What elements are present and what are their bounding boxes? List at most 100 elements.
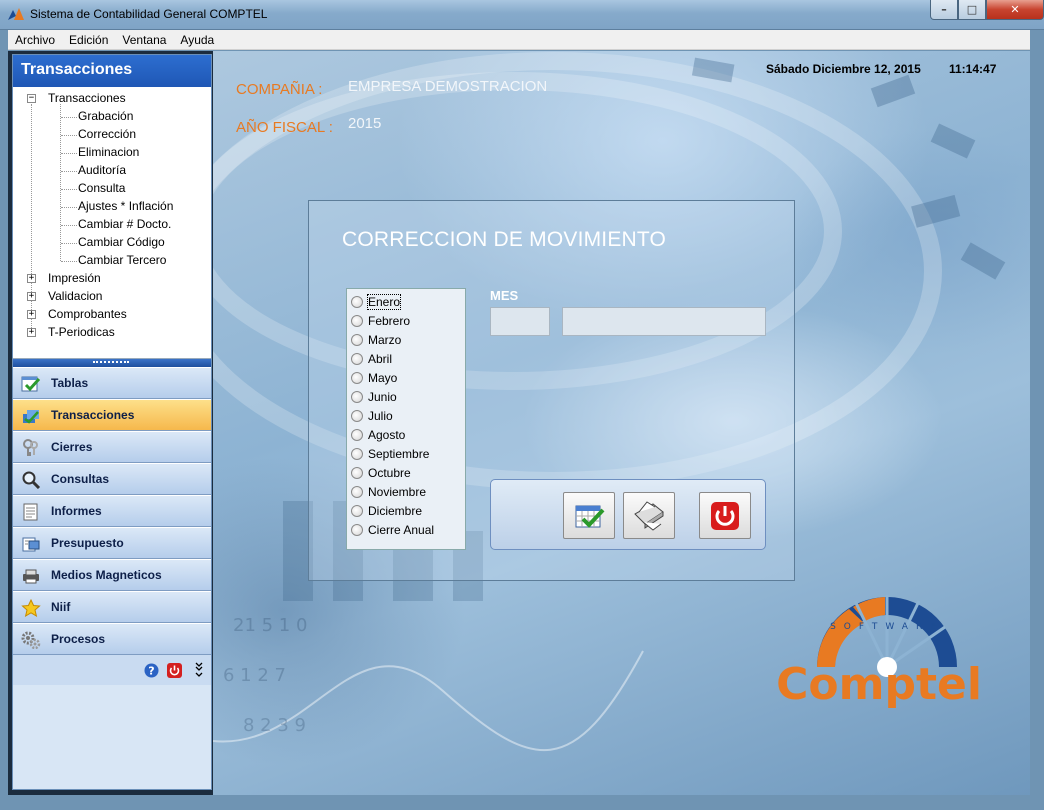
month-number-field[interactable] bbox=[490, 307, 550, 336]
month-label: Cierre Anual bbox=[368, 522, 435, 537]
tree-item-grabacion[interactable]: Grabación bbox=[78, 109, 133, 123]
menu-edicion[interactable]: Edición bbox=[62, 30, 115, 49]
month-option[interactable]: Julio bbox=[351, 407, 393, 424]
tree-item-cambiar-tercero[interactable]: Cambiar Tercero bbox=[78, 253, 166, 267]
menu-ventana[interactable]: Ventana bbox=[115, 30, 173, 49]
month-option[interactable]: Cierre Anual bbox=[351, 521, 434, 538]
sidebar-header: Transacciones bbox=[13, 55, 211, 87]
help-icon[interactable]: ? bbox=[144, 663, 159, 678]
tree-item-consulta[interactable]: Consulta bbox=[78, 181, 125, 195]
action-button-panel bbox=[490, 479, 766, 550]
month-option[interactable]: Marzo bbox=[351, 331, 401, 348]
tree-item-cambiar-docto[interactable]: Cambiar # Docto. bbox=[78, 217, 171, 231]
tree-item-auditoria[interactable]: Auditoría bbox=[78, 163, 126, 177]
month-option[interactable]: Octubre bbox=[351, 464, 411, 481]
title-bar[interactable]: Sistema de Contabilidad General COMPTEL … bbox=[0, 0, 1044, 30]
close-button[interactable]: ✕ bbox=[986, 0, 1044, 20]
budget-icon bbox=[22, 537, 40, 552]
nav-tablas[interactable]: Tablas bbox=[13, 367, 211, 399]
radio-button[interactable] bbox=[351, 314, 363, 327]
magnifier-icon bbox=[22, 471, 41, 489]
tree-line bbox=[61, 153, 77, 154]
gears-icon bbox=[21, 631, 41, 649]
tree-line bbox=[61, 225, 77, 226]
month-label: Febrero bbox=[368, 313, 411, 328]
tree-line bbox=[61, 261, 77, 262]
expand-toggle[interactable]: + bbox=[27, 310, 36, 319]
nav-consultas[interactable]: Consultas bbox=[13, 463, 211, 495]
tree-item-cambiar-codigo[interactable]: Cambiar Código bbox=[78, 235, 165, 249]
print-button[interactable] bbox=[623, 492, 675, 539]
month-name-field[interactable] bbox=[562, 307, 766, 336]
expand-toggle[interactable]: + bbox=[27, 328, 36, 337]
radio-button[interactable] bbox=[351, 523, 363, 536]
company-label: COMPAÑIA : bbox=[236, 81, 323, 98]
maximize-button[interactable]: □ bbox=[958, 0, 986, 20]
radio-button[interactable] bbox=[351, 466, 363, 479]
month-option[interactable]: Noviembre bbox=[351, 483, 426, 500]
month-option[interactable]: Diciembre bbox=[351, 502, 422, 519]
tree-item-eliminacion[interactable]: Eliminacion bbox=[78, 145, 139, 159]
window-title: Sistema de Contabilidad General COMPTEL bbox=[30, 7, 268, 21]
radio-button[interactable] bbox=[351, 333, 363, 346]
tree-line bbox=[60, 104, 61, 261]
radio-button[interactable] bbox=[351, 390, 363, 403]
month-option[interactable]: Enero bbox=[351, 293, 402, 310]
nav-label: Procesos bbox=[51, 632, 106, 646]
tree-item-comprobantes[interactable]: Comprobantes bbox=[48, 307, 127, 321]
chevron-down-icon[interactable] bbox=[194, 661, 204, 679]
svg-text:6 1 2 7: 6 1 2 7 bbox=[223, 665, 286, 686]
logo-top-text: SOFTWARE bbox=[830, 622, 944, 632]
main-workspace: 21 5 1 0 6 1 2 7 8 2 3 9 COMPAÑIA : EMPR… bbox=[213, 51, 1030, 795]
exit-button[interactable] bbox=[699, 492, 751, 539]
radio-button[interactable] bbox=[351, 504, 363, 517]
printer-icon bbox=[23, 569, 39, 584]
month-option[interactable]: Junio bbox=[351, 388, 397, 405]
radio-button[interactable] bbox=[351, 295, 363, 308]
tree-root-transacciones[interactable]: Transacciones bbox=[48, 91, 126, 105]
svg-text:?: ? bbox=[148, 665, 154, 678]
tree-item-correccion[interactable]: Corrección bbox=[78, 127, 136, 141]
radio-button[interactable] bbox=[351, 371, 363, 384]
printer-output-icon bbox=[634, 500, 664, 531]
nav-medios-magneticos[interactable]: Medios Magneticos bbox=[13, 559, 211, 591]
tree-item-ajustes-inflacion[interactable]: Ajustes * Inflación bbox=[78, 199, 173, 213]
mes-label: MES bbox=[490, 288, 519, 303]
tree-item-t-periodicas[interactable]: T-Periodicas bbox=[48, 325, 115, 339]
month-option[interactable]: Febrero bbox=[351, 312, 410, 329]
minimize-button[interactable]: – bbox=[930, 0, 958, 20]
nav-transacciones[interactable]: Transacciones bbox=[13, 399, 211, 431]
month-option[interactable]: Agosto bbox=[351, 426, 405, 443]
tree-line bbox=[61, 117, 77, 118]
nav-presupuesto[interactable]: Presupuesto bbox=[13, 527, 211, 559]
expand-toggle[interactable]: + bbox=[27, 292, 36, 301]
radio-button[interactable] bbox=[351, 409, 363, 422]
power-icon[interactable] bbox=[167, 663, 182, 678]
nav-label: Consultas bbox=[51, 472, 110, 486]
tree-item-impresion[interactable]: Impresión bbox=[48, 271, 101, 285]
menu-archivo[interactable]: Archivo bbox=[8, 30, 62, 49]
month-label: Agosto bbox=[368, 427, 406, 442]
expand-toggle[interactable]: + bbox=[27, 274, 36, 283]
radio-button[interactable] bbox=[351, 352, 363, 365]
month-option[interactable]: Mayo bbox=[351, 369, 397, 386]
keys-icon bbox=[23, 439, 38, 456]
collapse-toggle[interactable]: − bbox=[27, 94, 36, 103]
logo-brand-text: Comptel bbox=[776, 659, 979, 710]
nav-label: Cierres bbox=[51, 440, 93, 454]
star-icon bbox=[21, 599, 41, 617]
menu-ayuda[interactable]: Ayuda bbox=[173, 30, 221, 49]
accept-button[interactable] bbox=[563, 492, 615, 539]
radio-button[interactable] bbox=[351, 447, 363, 460]
sidebar-splitter[interactable] bbox=[13, 359, 211, 367]
fiscal-year-label: AÑO FISCAL : bbox=[236, 119, 333, 136]
radio-button[interactable] bbox=[351, 485, 363, 498]
nav-cierres[interactable]: Cierres bbox=[13, 431, 211, 463]
nav-niif[interactable]: Niif bbox=[13, 591, 211, 623]
tree-item-validacion[interactable]: Validacion bbox=[48, 289, 102, 303]
radio-button[interactable] bbox=[351, 428, 363, 441]
nav-informes[interactable]: Informes bbox=[13, 495, 211, 527]
month-option[interactable]: Abril bbox=[351, 350, 392, 367]
nav-procesos[interactable]: Procesos bbox=[13, 623, 211, 655]
month-option[interactable]: Septiembre bbox=[351, 445, 429, 462]
